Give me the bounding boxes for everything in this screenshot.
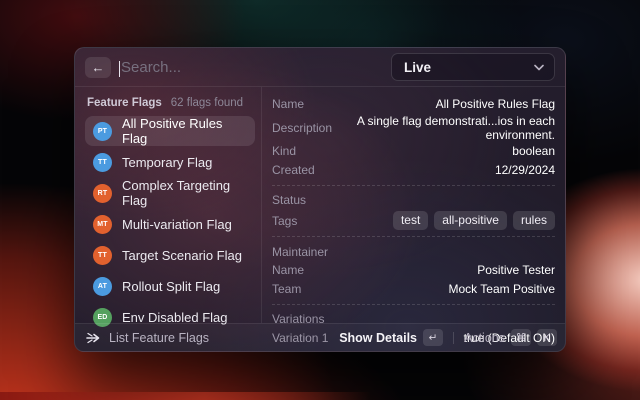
- list-item-label: Target Scenario Flag: [122, 247, 242, 263]
- detail-label: Created: [272, 162, 315, 177]
- back-arrow-icon: ←: [91, 59, 105, 75]
- k-keycap: K: [537, 329, 557, 346]
- list-item-temporary-flag[interactable]: TT Temporary Flag: [85, 147, 255, 177]
- flag-initials-icon: RT: [93, 183, 112, 203]
- dashed-separator: [272, 236, 555, 237]
- wallpaper-red-strip: [0, 392, 372, 400]
- list-item-label: All Positive Rules Flag: [122, 116, 223, 146]
- main-content: Feature Flags 62 flags found PT All Posi…: [75, 87, 565, 351]
- detail-label: Maintainer: [272, 244, 329, 259]
- text-caret: [119, 60, 120, 77]
- flag-initials-icon: TT: [93, 245, 112, 265]
- environment-dropdown-value: Live: [404, 59, 432, 75]
- dashed-separator: [272, 303, 555, 305]
- cmd-keycap: ⌘: [511, 329, 531, 346]
- detail-row-status: Status: [272, 192, 555, 210]
- detail-value: 12/29/2024: [494, 162, 555, 177]
- list-item-multi-variation-flag[interactable]: MT Multi-variation Flag: [85, 209, 255, 239]
- back-button[interactable]: ←: [85, 56, 111, 78]
- tag-chip: all-positive: [434, 211, 507, 230]
- actions-label: Actions: [464, 330, 505, 345]
- flag-initials-icon: AT: [93, 276, 112, 296]
- detail-value: All Positive Rules Flag: [435, 96, 555, 111]
- show-details-label: Show Details: [339, 330, 417, 345]
- list-item-label: Rollout Split Flag: [122, 278, 221, 294]
- flags-list-pane: Feature Flags 62 flags found PT All Posi…: [75, 87, 261, 327]
- show-details-button[interactable]: Show Details ↵: [339, 329, 443, 346]
- detail-row-maintainer-name: Name Positive Tester: [272, 262, 555, 280]
- launcher-window: ← Live Feature Flags 62 flags found PT A…: [74, 47, 566, 352]
- detail-label: Description: [272, 120, 333, 135]
- chevron-down-icon: [534, 64, 544, 70]
- detail-row-description: Description A single flag demonstrati...…: [272, 114, 555, 142]
- detail-row-maintainer-header: Maintainer: [272, 243, 555, 261]
- detail-row-team: Team Mock Team Positive: [272, 280, 555, 298]
- detail-value: Mock Team Positive: [448, 281, 555, 296]
- search-bar: ← Live: [75, 48, 565, 87]
- list-item-label: Complex Targeting Flag: [122, 178, 231, 208]
- search-input[interactable]: [119, 58, 391, 76]
- tag-chip: test: [392, 211, 429, 230]
- detail-value: A single flag demonstrati...ios in each …: [356, 113, 555, 142]
- detail-value: Positive Tester: [477, 263, 555, 278]
- detail-label: Name: [272, 96, 305, 111]
- list-item-rollout-split-flag[interactable]: AT Rollout Split Flag: [85, 271, 255, 301]
- detail-label: Tags: [272, 213, 298, 228]
- detail-label: Team: [272, 281, 302, 296]
- flag-details-pane: Name All Positive Rules Flag Description…: [261, 87, 565, 351]
- detail-row-created: Created 12/29/2024: [272, 161, 555, 179]
- detail-row-tags: Tags test all-positive rules: [272, 211, 555, 230]
- detail-label: Kind: [272, 144, 297, 159]
- flag-initials-icon: TT: [93, 152, 112, 172]
- enter-keycap: ↵: [423, 329, 443, 346]
- detail-value: boolean: [512, 144, 555, 159]
- section-title: Feature Flags: [87, 97, 162, 109]
- command-title: List Feature Flags: [109, 330, 210, 345]
- list-item-all-positive-rules-flag[interactable]: PT All Positive Rules Flag: [85, 116, 255, 146]
- environment-dropdown[interactable]: Live: [391, 53, 555, 81]
- detail-row-name: Name All Positive Rules Flag: [272, 95, 555, 113]
- search-field-wrap: [119, 58, 391, 77]
- list-item-complex-targeting-flag[interactable]: RT Complex Targeting Flag: [85, 178, 255, 208]
- tags-chips: test all-positive rules: [392, 211, 555, 230]
- detail-label: Name: [272, 263, 305, 278]
- flag-initials-icon: PT: [93, 121, 112, 141]
- list-item-label: Temporary Flag: [122, 154, 213, 170]
- dashed-separator: [272, 184, 555, 186]
- list-section-header: Feature Flags 62 flags found: [85, 95, 255, 116]
- tag-chip: rules: [512, 211, 555, 230]
- extension-arrow-icon: [86, 332, 100, 343]
- actions-button[interactable]: Actions ⌘ K: [464, 329, 557, 346]
- list-item-target-scenario-flag[interactable]: TT Target Scenario Flag: [85, 240, 255, 270]
- detail-label: Status: [272, 193, 307, 208]
- action-bar: List Feature Flags Show Details ↵ Action…: [75, 323, 565, 351]
- results-count: 62 flags found: [170, 97, 244, 109]
- footer-divider: [453, 331, 454, 344]
- detail-row-kind: Kind boolean: [272, 143, 555, 161]
- flag-initials-icon: MT: [93, 214, 112, 234]
- list-item-label: Multi-variation Flag: [122, 216, 232, 232]
